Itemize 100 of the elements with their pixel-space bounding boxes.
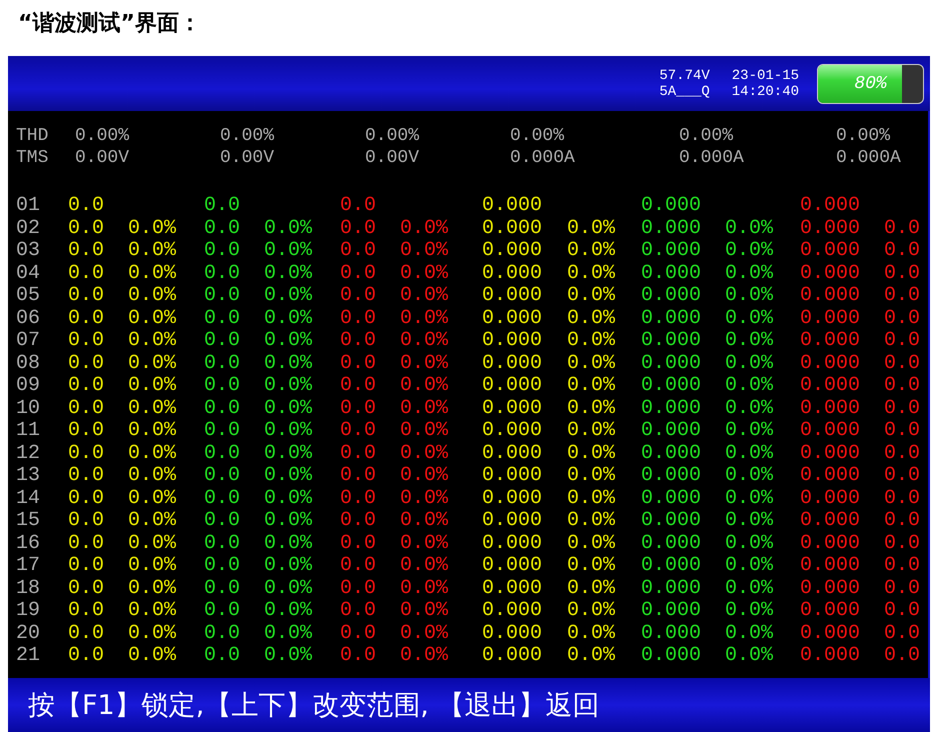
harmonic-value: 0.000 xyxy=(482,578,544,600)
harmonic-percent: 0.0% xyxy=(264,420,314,442)
harmonic-percent: 0.0% xyxy=(264,442,314,465)
harmonic-percent: 0.0% xyxy=(128,510,178,532)
harmonic-value: 0.000 xyxy=(482,240,544,262)
harmonic-value: 0.0 xyxy=(340,510,378,532)
harmonic-value: 0.0 xyxy=(340,285,378,308)
harmonic-percent: 0.0% xyxy=(725,330,774,352)
harmonic-value: 0.000 xyxy=(800,465,862,488)
harmonic-percent: 0.0% xyxy=(567,420,616,442)
rms-value: 0.000A xyxy=(679,147,745,169)
harmonic-percent: 0.0% xyxy=(264,622,314,645)
harmonic-percent: 0.0% xyxy=(128,352,178,375)
harmonic-value: 0.0 xyxy=(340,262,378,285)
harmonic-percent: 0.0% xyxy=(400,330,450,352)
harmonic-value: 0.000 xyxy=(641,578,702,600)
harmonic-value: 0.000 xyxy=(641,488,702,510)
harmonic-value: 0.0 xyxy=(68,622,106,645)
harmonic-value: 0.000 xyxy=(482,532,544,555)
harmonic-value: 0.0 xyxy=(204,195,242,218)
harmonic-order: 02 xyxy=(16,218,42,240)
harmonic-percent: 0.0 xyxy=(884,398,922,420)
harmonic-value: 0.000 xyxy=(641,600,702,622)
harmonic-percent: 0.0% xyxy=(725,488,774,510)
voltage-reading: 57.74V xyxy=(659,68,710,84)
harmonic-value: 0.000 xyxy=(641,622,702,645)
harmonic-value: 0.000 xyxy=(482,622,544,645)
harmonic-value: 0.0 xyxy=(204,262,242,285)
harmonic-value: 0.000 xyxy=(641,375,702,398)
summary-label: THD xyxy=(16,125,50,147)
harmonic-value: 0.000 xyxy=(641,532,702,555)
harmonic-percent: 0.0% xyxy=(400,510,450,532)
harmonic-percent: 0.0% xyxy=(128,555,178,578)
harmonic-value: 0.0 xyxy=(204,352,242,375)
harmonic-value: 0.000 xyxy=(482,600,544,622)
harmonic-percent: 0.0% xyxy=(400,532,450,555)
harmonic-value: 0.000 xyxy=(641,510,702,532)
harmonic-percent: 0.0% xyxy=(725,352,774,375)
harmonic-value: 0.0 xyxy=(68,285,106,308)
harmonic-value: 0.000 xyxy=(800,622,862,645)
thd-value: 0.00% xyxy=(510,125,566,147)
harmonic-percent: 0.0% xyxy=(725,285,774,308)
harmonic-value: 0.000 xyxy=(800,240,862,262)
harmonic-percent: 0.0% xyxy=(400,285,450,308)
harmonic-value: 0.000 xyxy=(482,398,544,420)
harmonic-order: 16 xyxy=(16,532,42,555)
harmonic-value: 0.000 xyxy=(641,420,702,442)
harmonic-percent: 0.0% xyxy=(567,488,616,510)
harmonic-value: 0.000 xyxy=(800,375,862,398)
harmonic-value: 0.000 xyxy=(800,352,862,375)
harmonic-percent: 0.0% xyxy=(264,398,314,420)
harmonic-value: 0.0 xyxy=(68,488,106,510)
harmonic-percent: 0.0% xyxy=(264,285,314,308)
harmonic-percent: 0.0% xyxy=(264,240,314,262)
harmonic-percent: 0.0% xyxy=(567,308,616,330)
harmonic-percent: 0.0% xyxy=(400,420,450,442)
harmonic-percent: 0.0% xyxy=(725,465,774,488)
harmonic-value: 0.0 xyxy=(68,532,106,555)
harmonic-percent: 0.0% xyxy=(264,578,314,600)
thd-value: 0.00% xyxy=(836,125,892,147)
harmonic-percent: 0.0% xyxy=(128,442,178,465)
harmonic-value: 0.0 xyxy=(340,600,378,622)
harmonic-percent: 0.0% xyxy=(400,578,450,600)
harmonic-value: 0.000 xyxy=(800,555,862,578)
harmonic-percent: 0.0% xyxy=(400,375,450,398)
harmonic-percent: 0.0% xyxy=(567,262,616,285)
harmonic-value: 0.0 xyxy=(204,532,242,555)
harmonic-percent: 0.0% xyxy=(567,645,616,668)
harmonic-percent: 0.0% xyxy=(128,622,178,645)
time-text: 14:20:40 xyxy=(732,84,799,100)
harmonic-percent: 0.0 xyxy=(884,352,922,375)
harmonic-percent: 0.0% xyxy=(128,375,178,398)
harmonic-value: 0.0 xyxy=(68,398,106,420)
harmonic-percent: 0.0 xyxy=(884,600,922,622)
harmonic-percent: 0.0% xyxy=(400,218,450,240)
harmonic-percent: 0.0 xyxy=(884,262,922,285)
rms-value: 0.00V xyxy=(75,147,130,169)
harmonic-value: 0.0 xyxy=(204,510,242,532)
harmonic-order: 14 xyxy=(16,488,42,510)
harmonic-percent: 0.0% xyxy=(567,442,616,465)
harmonic-value: 0.000 xyxy=(800,420,862,442)
harmonic-percent: 0.0% xyxy=(264,555,314,578)
harmonic-order: 10 xyxy=(16,398,42,420)
harmonic-percent: 0.0% xyxy=(567,622,616,645)
harmonic-value: 0.0 xyxy=(340,532,378,555)
harmonic-percent: 0.0% xyxy=(128,218,178,240)
harmonic-value: 0.0 xyxy=(204,442,242,465)
harmonic-value: 0.000 xyxy=(800,195,862,218)
harmonic-order: 17 xyxy=(16,555,42,578)
harmonic-percent: 0.0 xyxy=(884,330,922,352)
harmonic-value: 0.0 xyxy=(204,285,242,308)
harmonic-percent: 0.0 xyxy=(884,578,922,600)
harmonic-percent: 0.0 xyxy=(884,622,922,645)
harmonic-percent: 0.0% xyxy=(725,645,774,668)
harmonic-value: 0.0 xyxy=(340,240,378,262)
harmonic-value: 0.0 xyxy=(340,352,378,375)
harmonic-order: 01 xyxy=(16,195,42,218)
battery-label: 80% xyxy=(853,74,888,94)
harmonic-percent: 0.0% xyxy=(725,240,774,262)
harmonic-value: 0.000 xyxy=(482,420,544,442)
